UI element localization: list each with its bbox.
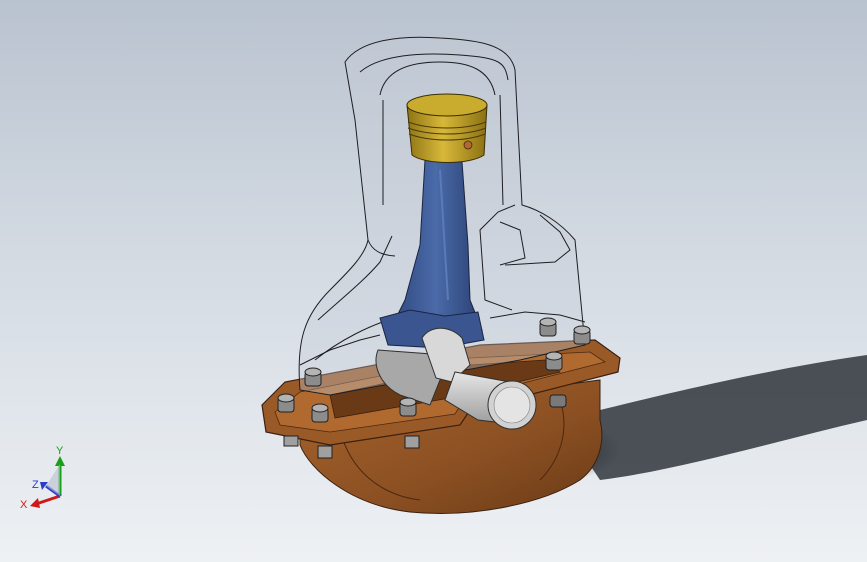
bolt[interactable] — [399, 397, 417, 417]
bolt[interactable] — [311, 403, 329, 423]
bolt[interactable] — [545, 351, 563, 371]
bolt[interactable] — [304, 367, 322, 387]
engine-assembly-model[interactable] — [0, 0, 867, 562]
bolt[interactable] — [549, 394, 567, 408]
bolt[interactable] — [539, 317, 557, 337]
y-axis-label: Y — [56, 445, 64, 457]
bolt[interactable] — [573, 325, 591, 345]
x-axis-arrow — [30, 494, 61, 508]
x-axis-label: X — [20, 499, 28, 511]
axis-triad[interactable]: Y Z X — [18, 440, 78, 515]
graphics-viewport[interactable]: Y Z X — [0, 0, 867, 562]
z-axis-label: Z — [32, 479, 39, 491]
bolt[interactable] — [277, 393, 295, 413]
piston[interactable] — [406, 93, 488, 163]
